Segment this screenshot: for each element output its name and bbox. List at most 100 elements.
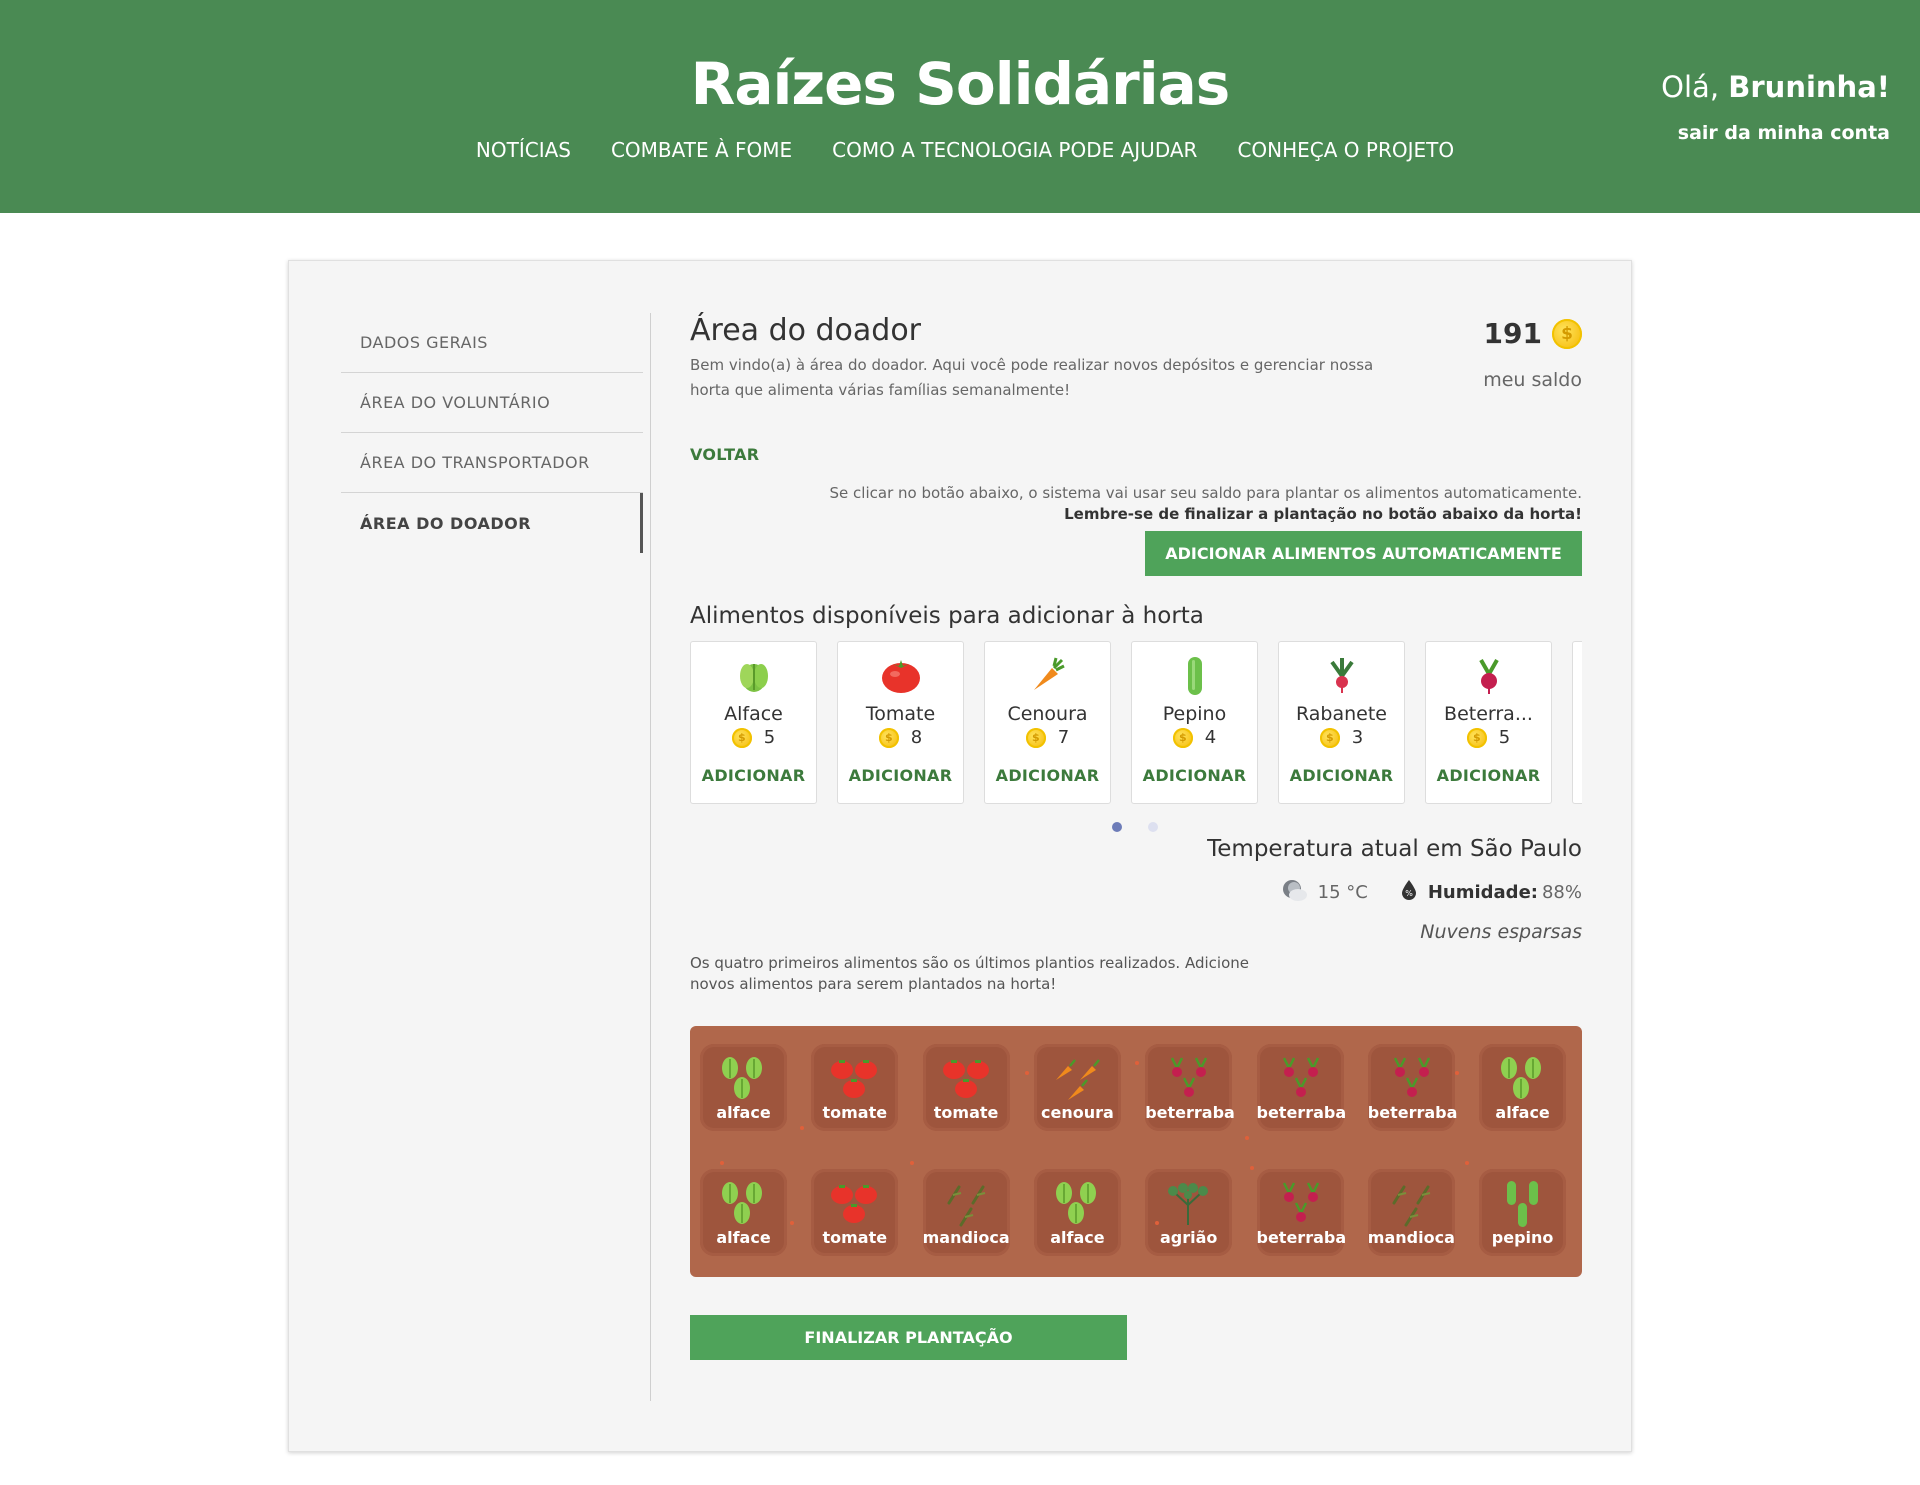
humidity-value: 88% — [1541, 882, 1582, 903]
auto-info: Se clicar no botão abaixo, o sistema vai… — [830, 483, 1582, 525]
soil-speck — [800, 1126, 804, 1130]
food-card: Alface $5 ADICIONAR — [690, 641, 817, 804]
auto-info-reminder: Lembre-se de finalizar a plantação no bo… — [1064, 505, 1582, 523]
add-food-button[interactable]: ADICIONAR — [1279, 766, 1404, 785]
cucumber-icon — [1132, 642, 1257, 695]
food-name: Tomate — [865, 703, 936, 725]
garden-plot-label: cenoura — [1040, 1103, 1114, 1122]
soil-speck — [1465, 1161, 1469, 1165]
garden-plot: cenoura — [1033, 1044, 1121, 1131]
garden-plot: alface — [700, 1169, 787, 1256]
weather-description: Nuvens esparsas — [1420, 921, 1582, 943]
main-nav: NOTÍCIAS COMBATE À FOME COMO A TECNOLOGI… — [0, 138, 1920, 162]
nav-combate-fome[interactable]: COMBATE À FOME — [611, 138, 792, 162]
garden-plot-label: mandioca — [922, 1228, 1010, 1247]
garden-plot: alface — [1033, 1169, 1121, 1256]
weather-row: 15 °C % Humidade: 88% — [1280, 878, 1582, 907]
add-food-button[interactable]: ADICIONAR — [1426, 766, 1551, 785]
carrot-icon — [1034, 1054, 1121, 1104]
tomato-icon — [838, 642, 963, 694]
radish-icon — [1279, 642, 1404, 694]
carousel-dot[interactable] — [1112, 822, 1122, 832]
carousel-dot[interactable] — [1148, 822, 1158, 832]
nav-noticias[interactable]: NOTÍCIAS — [476, 138, 571, 162]
available-foods-title: Alimentos disponíveis para adicionar à h… — [690, 603, 1204, 629]
garden-info: Os quatro primeiros alimentos são os últ… — [690, 954, 1249, 993]
garden-grid: alface tomate tomate cenoura beterraba beterr… — [690, 1026, 1582, 1277]
back-link[interactable]: VOLTAR — [690, 445, 759, 464]
lettuce-icon — [691, 642, 816, 694]
food-card: Beterra... $5 ADICIONAR — [1425, 641, 1552, 804]
sidebar-item-transportador[interactable]: ÁREA DO TRANSPORTADOR — [341, 433, 643, 493]
content-card: DADOS GERAIS ÁREA DO VOLUNTÁRIO ÁREA DO … — [288, 260, 1632, 1452]
lettuce-icon — [1034, 1179, 1121, 1229]
food-price: $5 — [1426, 727, 1551, 748]
nav-tecnologia[interactable]: COMO A TECNOLOGIA PODE AJUDAR — [832, 138, 1197, 162]
coin-icon: $ — [1172, 727, 1193, 748]
garden-plot-label: beterraba — [1256, 1228, 1347, 1247]
food-name: Beterra... — [1444, 703, 1533, 725]
coin-icon: $ — [1025, 727, 1046, 748]
humidity-label: Humidade: — [1427, 882, 1538, 903]
garden-plot-label: tomate — [822, 1228, 888, 1247]
garden-plot: tomate — [922, 1044, 1010, 1131]
auto-add-button[interactable]: ADICIONAR ALIMENTOS AUTOMATICAMENTE — [1145, 531, 1582, 576]
soil-speck — [1250, 1166, 1254, 1170]
soil-speck — [790, 1221, 794, 1225]
food-name: Cenoura — [1007, 703, 1088, 725]
food-price-value: 5 — [763, 727, 776, 748]
carrot-icon — [985, 642, 1110, 694]
add-food-button[interactable]: ADICIONAR — [1132, 766, 1257, 785]
temperature: 15 °C — [1317, 882, 1368, 903]
garden-plot: pepino — [1479, 1169, 1567, 1256]
beet-icon — [1368, 1054, 1455, 1104]
sidebar-item-doador[interactable]: ÁREA DO DOADOR — [341, 493, 643, 553]
beet-icon — [1145, 1054, 1232, 1104]
food-price-value: 5 — [1498, 727, 1511, 748]
beet-icon — [1426, 642, 1551, 694]
sidebar: DADOS GERAIS ÁREA DO VOLUNTÁRIO ÁREA DO … — [341, 313, 643, 553]
garden-plot: mandioca — [1367, 1169, 1455, 1256]
garden-plot-label: beterraba — [1367, 1103, 1458, 1122]
garden-plot-label: beterraba — [1256, 1103, 1347, 1122]
garden-plot: beterraba — [1256, 1169, 1347, 1256]
logout-link[interactable]: sair da minha conta — [1678, 122, 1890, 144]
food-price-value: 7 — [1057, 727, 1070, 748]
finish-planting-button[interactable]: FINALIZAR PLANTAÇÃO — [690, 1315, 1127, 1360]
garden-plot-label: alface — [1050, 1228, 1105, 1247]
balance-value: 191 — [1483, 317, 1542, 350]
site-brand[interactable]: Raízes Solidárias — [0, 50, 1920, 118]
garden-plot: tomate — [811, 1169, 899, 1256]
balance-label: meu saldo — [1483, 369, 1582, 391]
food-card: Pepino $4 ADICIONAR — [1131, 641, 1258, 804]
add-food-button[interactable]: ADICIONAR — [985, 766, 1110, 785]
coin-icon: $ — [1552, 318, 1582, 349]
weather-title: Temperatura atual em São Paulo — [1207, 836, 1582, 862]
soil-speck — [1155, 1221, 1159, 1225]
soil-speck — [1135, 1061, 1139, 1065]
sidebar-item-dados-gerais[interactable]: DADOS GERAIS — [341, 313, 643, 373]
garden-plot: alface — [700, 1044, 787, 1131]
garden-plot-label: tomate — [933, 1103, 999, 1122]
food-price-value: 3 — [1351, 727, 1364, 748]
soil-speck — [1455, 1071, 1459, 1075]
nav-projeto[interactable]: CONHEÇA O PROJETO — [1237, 138, 1454, 162]
coin-icon: $ — [1319, 727, 1340, 748]
beet-icon — [1257, 1179, 1344, 1229]
food-price: $4 — [1132, 727, 1257, 748]
add-food-button[interactable]: ADICIONAR — [838, 766, 963, 785]
food-price: $3 — [1279, 727, 1404, 748]
sidebar-item-voluntario[interactable]: ÁREA DO VOLUNTÁRIO — [341, 373, 643, 433]
user-greeting: Olá, Bruninha! — [1661, 70, 1890, 104]
page-title: Área do doador — [690, 313, 922, 348]
sidebar-divider — [650, 313, 651, 1401]
food-price: $8 — [838, 727, 963, 748]
greeting-prefix: Olá, — [1661, 70, 1720, 104]
garden-plot: beterraba — [1256, 1044, 1347, 1131]
garden-plot: beterraba — [1367, 1044, 1458, 1131]
garden-plot: beterraba — [1145, 1044, 1235, 1131]
carousel-dots — [1112, 822, 1158, 832]
food-card-partial — [1572, 641, 1582, 804]
food-price: $7 — [985, 727, 1110, 748]
add-food-button[interactable]: ADICIONAR — [691, 766, 816, 785]
